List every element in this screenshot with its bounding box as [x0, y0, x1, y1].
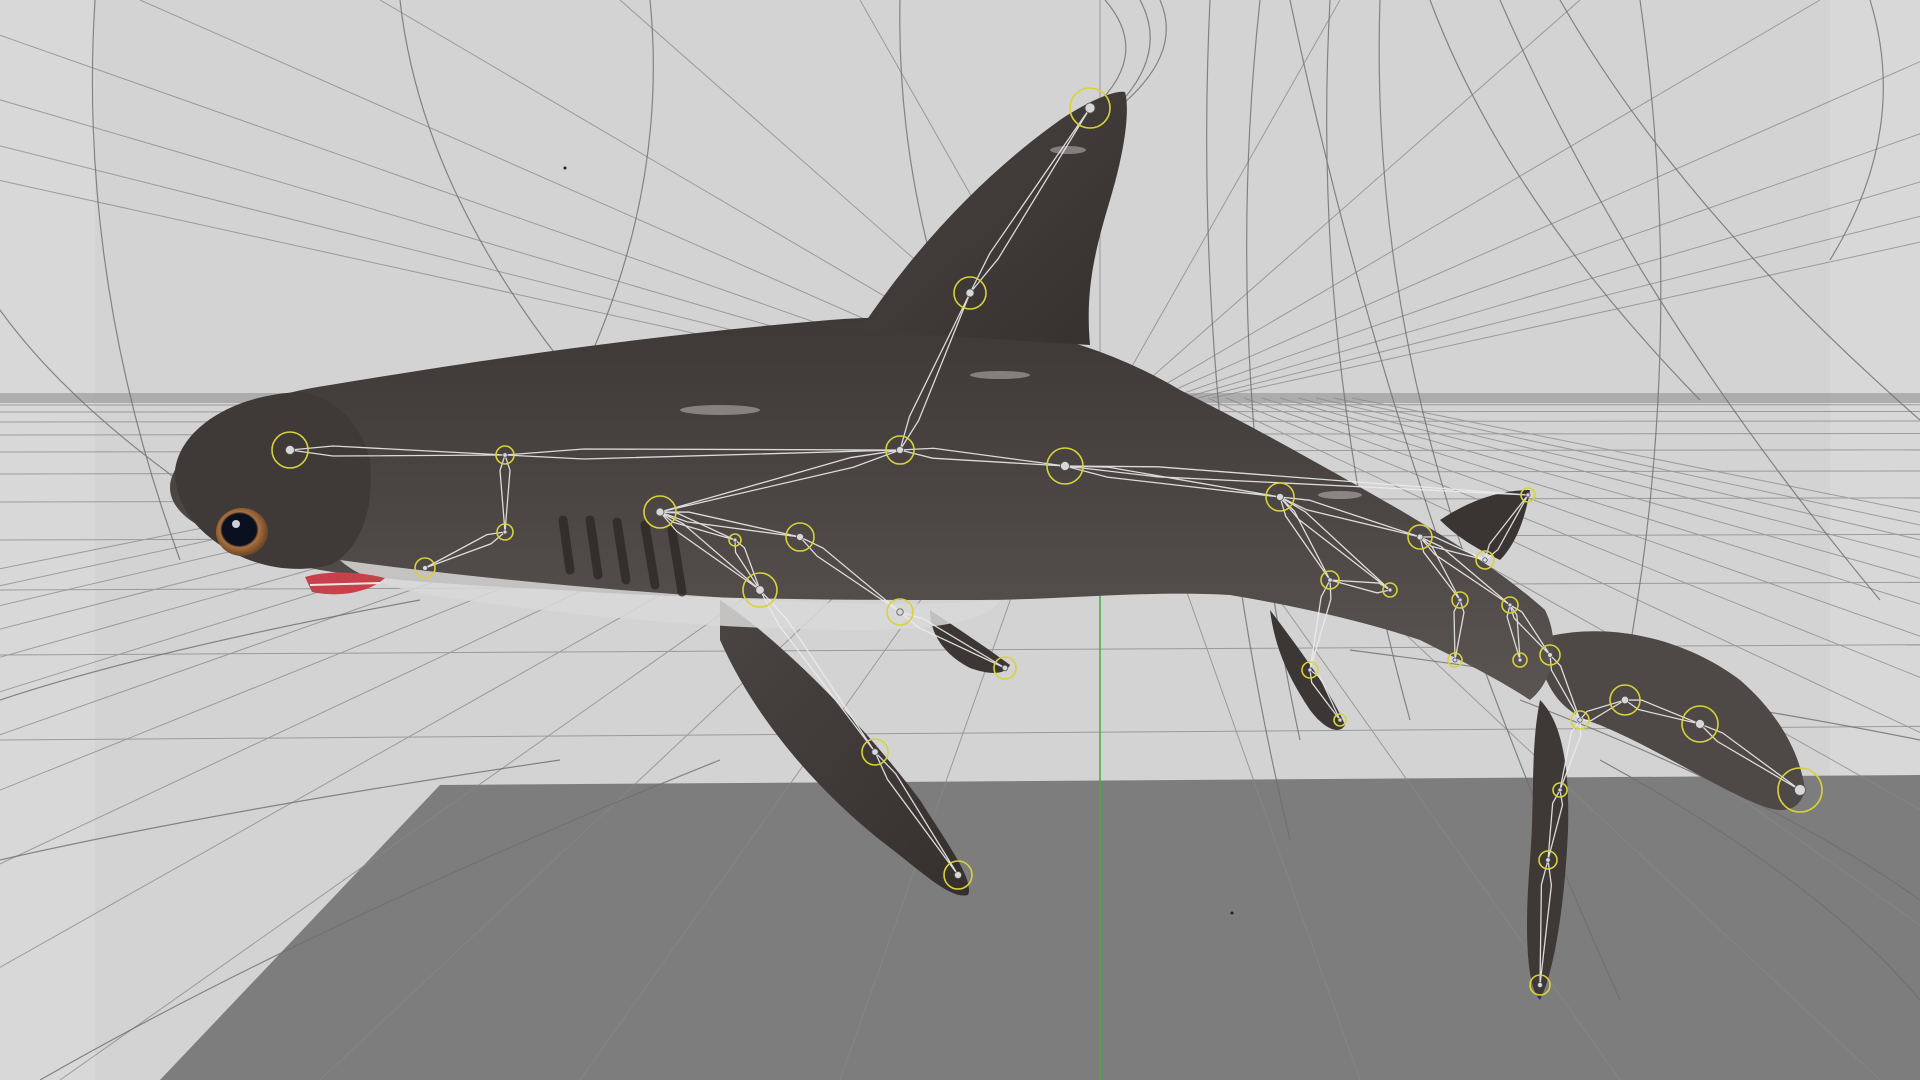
- rig-joint-center[interactable]: [1794, 784, 1806, 796]
- rig-joint-center[interactable]: [502, 452, 508, 458]
- rig-joint-center[interactable]: [422, 565, 428, 571]
- rig-joint-center[interactable]: [965, 288, 975, 298]
- scene-point: [1230, 911, 1234, 915]
- rig-joint-center[interactable]: [655, 507, 665, 517]
- rig-joint-center[interactable]: [796, 533, 804, 541]
- rig-joint-center[interactable]: [1557, 787, 1563, 793]
- rig-joint-center[interactable]: [1452, 657, 1458, 663]
- rig-joint-center[interactable]: [896, 608, 904, 616]
- shark-eye: [216, 508, 268, 556]
- rig-joint-center[interactable]: [1307, 667, 1313, 673]
- rig-joint-center[interactable]: [755, 585, 765, 595]
- rig-joint-center[interactable]: [1337, 717, 1343, 723]
- 3d-viewport[interactable]: [0, 0, 1920, 1080]
- rig-joint-center[interactable]: [502, 529, 508, 535]
- rig-joint-center[interactable]: [285, 445, 295, 455]
- rig-joint-center[interactable]: [896, 446, 904, 454]
- rig-joint-center[interactable]: [1507, 602, 1513, 608]
- rig-joint-center[interactable]: [1482, 557, 1488, 563]
- viewport-canvas[interactable]: [0, 0, 1920, 1080]
- rig-joint-center[interactable]: [1276, 493, 1284, 501]
- rig-joint-center[interactable]: [871, 748, 879, 756]
- eye-highlight: [232, 520, 240, 528]
- rig-joint-center[interactable]: [1060, 461, 1070, 471]
- rig-joint-center[interactable]: [1416, 533, 1424, 541]
- rig-joint-center[interactable]: [1327, 577, 1333, 583]
- rig-joint-center[interactable]: [1001, 664, 1009, 672]
- rig-joint-center[interactable]: [1537, 982, 1543, 988]
- rig-joint-center[interactable]: [732, 537, 738, 543]
- rig-joint-center[interactable]: [1525, 492, 1531, 498]
- rig-joint-center[interactable]: [1457, 597, 1463, 603]
- floor-plane: [160, 775, 1920, 1080]
- rig-joint-center[interactable]: [1577, 717, 1583, 723]
- rig-joint-center[interactable]: [954, 871, 962, 879]
- rig-joint-center[interactable]: [1545, 857, 1551, 863]
- rig-joint-center[interactable]: [1084, 102, 1096, 114]
- rig-joint-center[interactable]: [1387, 587, 1393, 593]
- rig-joint-center[interactable]: [1517, 657, 1523, 663]
- rig-joint-center[interactable]: [1547, 652, 1553, 658]
- rig-joint-center[interactable]: [1620, 695, 1630, 705]
- rig-joint-center[interactable]: [1695, 719, 1705, 729]
- scene-point: [563, 166, 567, 170]
